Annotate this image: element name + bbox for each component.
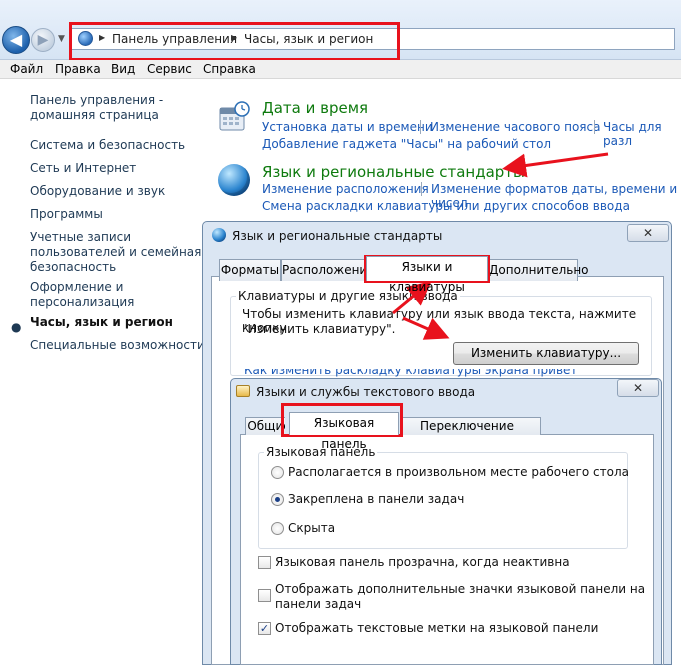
- checkbox-extra-icons-label2: панели задач: [275, 597, 362, 611]
- menu-tools[interactable]: Сервис: [147, 62, 192, 76]
- menu-bar: Файл Правка Вид Сервис Справка: [0, 60, 681, 79]
- nav-appearance-line1[interactable]: Оформление и: [30, 280, 123, 295]
- forward-arrow-icon[interactable]: ▶: [31, 28, 55, 52]
- radio-floating[interactable]: [271, 466, 284, 479]
- link-separator: [594, 120, 595, 134]
- radio-floating-label: Располагается в произвольном месте рабоч…: [288, 465, 629, 479]
- keyboard-services-icon: [236, 385, 250, 397]
- dialog2-title: Языки и службы текстового ввода: [256, 385, 476, 399]
- tab-keyboard-switch-clip: Переключение клавиатуры: [403, 417, 541, 435]
- welcome-screen-keyboard-link[interactable]: Как изменить раскладку клавиатуры экрана…: [244, 369, 576, 377]
- close-icon[interactable]: ✕: [627, 224, 669, 242]
- change-keyboard-button[interactable]: Изменить клавиатуру...: [453, 342, 639, 365]
- link-clocks-other[interactable]: Часы для разл: [603, 120, 681, 148]
- link-separator: [421, 182, 422, 196]
- menu-edit[interactable]: Правка: [55, 62, 101, 76]
- globe-icon: [218, 164, 250, 196]
- tab-advanced[interactable]: Дополнительно: [488, 259, 589, 281]
- link-change-location[interactable]: Изменение расположения: [262, 182, 429, 196]
- nav-current-clock-region: Часы, язык и регион: [30, 315, 173, 329]
- link-change-keyboard[interactable]: Смена раскладки клавиатуры или других сп…: [262, 199, 630, 213]
- link-add-clock-gadget[interactable]: Добавление гаджета "Часы" на рабочий сто…: [262, 137, 551, 151]
- menu-file[interactable]: Файл: [10, 62, 43, 76]
- radio-hidden-label: Скрыта: [288, 521, 336, 535]
- welcome-screen-link-clip: Как изменить раскладку клавиатуры экрана…: [244, 369, 576, 378]
- globe-small-icon: [212, 228, 226, 242]
- nav-accessibility[interactable]: Специальные возможности: [30, 338, 205, 353]
- tab-formats[interactable]: Форматы: [219, 259, 281, 281]
- tab-general-clip: Общие: [245, 417, 285, 435]
- tab-location[interactable]: Расположение: [281, 259, 375, 281]
- tab-keyboard-switch[interactable]: Переключение клавиатуры: [403, 417, 541, 435]
- checkbox-text-labels-label: Отображать текстовые метки на языковой п…: [275, 621, 599, 635]
- checkbox-extra-icons-label1: Отображать дополнительные значки языково…: [275, 582, 646, 596]
- nav-home-line2[interactable]: домашняя страница: [30, 108, 159, 123]
- checkbox-text-labels[interactable]: ✓: [258, 622, 271, 635]
- link-separator: [420, 120, 421, 134]
- category-datetime-title[interactable]: Дата и время: [262, 99, 368, 117]
- nav-appearance-line2[interactable]: персонализация: [30, 295, 134, 310]
- radio-docked-taskbar[interactable]: [271, 493, 284, 506]
- checkbox-extra-icons[interactable]: [258, 589, 271, 602]
- current-bullet-icon: ●: [11, 320, 22, 334]
- nav-home-line1[interactable]: Панель управления -: [30, 93, 163, 108]
- nav-network[interactable]: Сеть и Интернет: [30, 161, 136, 176]
- nav-accounts-line2[interactable]: пользователей и семейная: [30, 245, 201, 260]
- nav-programs[interactable]: Программы: [30, 207, 103, 222]
- nav-hardware[interactable]: Оборудование и звук: [30, 184, 165, 199]
- radio-hidden[interactable]: [271, 522, 284, 535]
- tab-language-bar[interactable]: Языковая панель: [289, 412, 399, 451]
- checkbox-transparent-label: Языковая панель прозрачна, когда неактив…: [275, 555, 570, 569]
- radio-docked-taskbar-label: Закреплена в панели задач: [288, 492, 465, 506]
- tab-general[interactable]: Общие: [245, 417, 285, 435]
- address-highlight-box: [69, 22, 400, 61]
- menu-view[interactable]: Вид: [111, 62, 135, 76]
- history-dropdown-icon[interactable]: ▼: [58, 34, 65, 44]
- calendar-clock-icon: [219, 101, 250, 131]
- nav-accounts-line1[interactable]: Учетные записи: [30, 230, 131, 245]
- link-change-timezone[interactable]: Изменение часового пояса: [430, 120, 600, 134]
- menu-help[interactable]: Справка: [203, 62, 256, 76]
- back-arrow-icon[interactable]: ◀: [2, 26, 30, 54]
- close-icon[interactable]: ✕: [617, 379, 659, 397]
- dialog1-title: Язык и региональные стандарты: [232, 229, 443, 243]
- nav-accounts-line3[interactable]: безопасность: [30, 260, 116, 275]
- tab-languages-keyboards[interactable]: Языки и клавиатуры: [366, 256, 488, 294]
- link-set-date-time[interactable]: Установка даты и времени: [262, 120, 433, 134]
- checkbox-transparent[interactable]: [258, 556, 271, 569]
- keyboards-description-line2: "Изменить клавиатуру".: [242, 322, 396, 336]
- nav-system-security[interactable]: Система и безопасность: [30, 138, 185, 153]
- category-region-title[interactable]: Язык и региональные стандарты: [262, 163, 525, 181]
